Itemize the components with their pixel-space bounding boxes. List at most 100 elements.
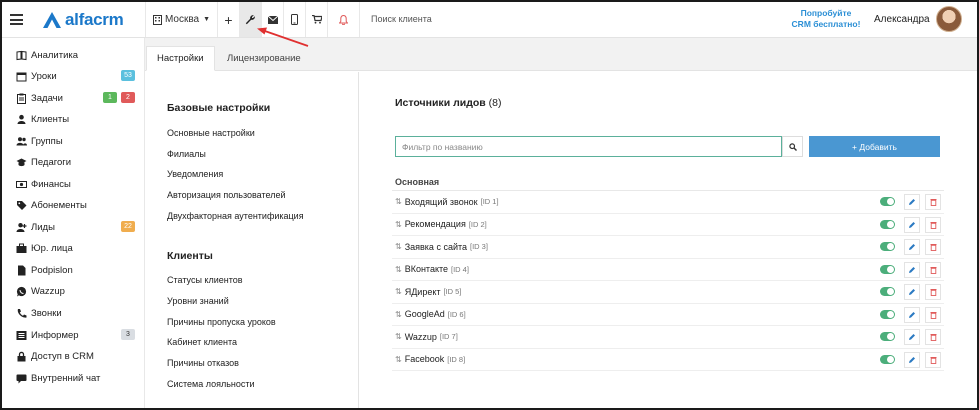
edit-button[interactable] — [904, 261, 920, 278]
settings-button[interactable] — [239, 2, 261, 37]
sidebar-item-4[interactable]: Клиенты — [15, 112, 139, 126]
enabled-toggle[interactable] — [880, 219, 895, 229]
settings-link[interactable]: Причины отказов — [167, 358, 239, 368]
settings-link[interactable]: Статусы клиентов — [167, 275, 243, 285]
settings-link[interactable]: Основные настройки — [167, 128, 255, 138]
sidebar-item-13[interactable]: Звонки — [15, 306, 139, 320]
edit-button[interactable] — [904, 216, 920, 233]
cart-button[interactable] — [305, 2, 327, 37]
delete-button[interactable] — [925, 261, 941, 278]
table-row: ⇅ Facebook [ID 8] — [392, 349, 944, 371]
mail-button[interactable] — [261, 2, 283, 37]
delete-button[interactable] — [925, 194, 941, 210]
sort-handle-icon[interactable]: ⇅ — [395, 287, 402, 296]
count-badge: 3 — [121, 329, 135, 340]
mobile-button[interactable] — [283, 2, 305, 37]
settings-link[interactable]: Система лояльности — [167, 379, 255, 389]
sidebar-item-14[interactable]: Информер 3 — [15, 328, 139, 342]
client-search-input[interactable]: Поиск клиента — [371, 14, 432, 24]
whatsapp-icon — [15, 286, 27, 297]
delete-button[interactable] — [925, 216, 941, 233]
sidebar-item-11[interactable]: Podpislon — [15, 263, 139, 277]
sidebar-item-9[interactable]: Лиды 22 — [15, 220, 139, 234]
page-title: Источники лидов (8) — [395, 97, 502, 109]
sidebar-item-1[interactable]: Аналитика — [15, 48, 139, 62]
add-source-button[interactable]: + Добавить — [809, 136, 940, 157]
sidebar-item-3[interactable]: Задачи 2 1 — [15, 91, 139, 105]
sidebar-item-15[interactable]: Доступ в CRM — [15, 349, 139, 363]
city-selector[interactable]: Москва ▼ — [145, 2, 217, 37]
avatar[interactable] — [936, 6, 962, 32]
sidebar-item-6[interactable]: Педагоги — [15, 155, 139, 169]
pencil-icon — [909, 244, 915, 250]
settings-link[interactable]: Авторизация пользователей — [167, 190, 286, 200]
enabled-toggle[interactable] — [880, 354, 895, 364]
menu-icon[interactable] — [10, 14, 23, 25]
settings-link[interactable]: Причины пропуска уроков — [167, 317, 276, 327]
edit-button[interactable] — [904, 329, 920, 345]
enabled-toggle[interactable] — [880, 287, 895, 296]
edit-button[interactable] — [904, 194, 920, 210]
delete-button[interactable] — [925, 329, 941, 345]
sort-handle-icon[interactable]: ⇅ — [395, 355, 402, 364]
pencil-icon — [909, 289, 915, 295]
table-row: ⇅ GoogleAd [ID 6] — [392, 304, 944, 326]
edit-button[interactable] — [904, 284, 920, 300]
sidebar-item-10[interactable]: Юр. лица — [15, 241, 139, 255]
lead-source-list: ⇅ Входящий звонок [ID 1] ⇅ Рекомендация [ID 2… — [392, 190, 944, 371]
sort-handle-icon[interactable]: ⇅ — [395, 197, 402, 206]
sidebar-item-5[interactable]: Группы — [15, 134, 139, 148]
delete-button[interactable] — [925, 306, 941, 323]
logo[interactable]: alfacrm — [42, 9, 124, 31]
delete-button[interactable] — [925, 351, 941, 368]
settings-link[interactable]: Двухфакторная аутентификация — [167, 211, 304, 221]
sort-handle-icon[interactable]: ⇅ — [395, 265, 402, 274]
edit-button[interactable] — [904, 306, 920, 323]
settings-link[interactable]: Уведомления — [167, 169, 223, 179]
tab-licensing[interactable]: Лицензирование — [217, 46, 311, 71]
enabled-toggle[interactable] — [880, 197, 895, 206]
sidebar-item-16[interactable]: Внутренний чат — [15, 371, 139, 385]
sidebar-item-label: Доступ в CRM — [31, 350, 94, 362]
table-row: ⇅ Wazzup [ID 7] — [392, 326, 944, 349]
sidebar-item-label: Абонементы — [31, 199, 87, 211]
trial-promo-link[interactable]: Попробуйте CRM бесплатно! — [782, 8, 870, 30]
delete-button[interactable] — [925, 239, 941, 255]
enabled-toggle[interactable] — [880, 309, 895, 319]
logo-text: alfacrm — [65, 10, 124, 29]
enabled-toggle[interactable] — [880, 264, 895, 274]
sort-handle-icon[interactable]: ⇅ — [395, 220, 402, 229]
sidebar-item-2[interactable]: Уроки 53 — [15, 69, 139, 83]
settings-link[interactable]: Уровни знаний — [167, 296, 229, 306]
sort-handle-icon[interactable]: ⇅ — [395, 310, 402, 319]
trash-icon — [930, 311, 936, 319]
add-button[interactable]: + — [217, 2, 239, 37]
edit-button[interactable] — [904, 351, 920, 368]
user-icon — [15, 114, 27, 125]
cart-icon — [311, 15, 322, 24]
sort-handle-icon[interactable]: ⇅ — [395, 332, 402, 341]
settings-link[interactable]: Филиалы — [167, 149, 206, 159]
edit-button[interactable] — [904, 239, 920, 255]
clipboard-icon — [15, 93, 27, 104]
filter-search-button[interactable] — [782, 136, 803, 157]
sidebar-item-8[interactable]: Абонементы — [15, 198, 139, 212]
pencil-icon — [909, 311, 915, 318]
user-name[interactable]: Александра — [874, 14, 930, 25]
book-icon — [15, 50, 27, 61]
table-row: ⇅ ЯДирект [ID 5] — [392, 281, 944, 304]
tab-settings[interactable]: Настройки — [146, 46, 215, 71]
sidebar-item-12[interactable]: Wazzup — [15, 284, 139, 298]
enabled-toggle[interactable] — [880, 242, 895, 251]
briefcase-icon — [15, 243, 27, 254]
settings-link[interactable]: Кабинет клиента — [167, 337, 237, 347]
sidebar-item-label: Аналитика — [31, 49, 79, 61]
enabled-toggle[interactable] — [880, 332, 895, 341]
source-name: Facebook — [404, 354, 445, 365]
notifications-button[interactable] — [327, 2, 360, 37]
delete-button[interactable] — [925, 284, 941, 300]
table-row: ⇅ ВКонтакте [ID 4] — [392, 259, 944, 281]
sort-handle-icon[interactable]: ⇅ — [395, 242, 402, 251]
filter-input[interactable] — [395, 136, 782, 157]
sidebar-item-7[interactable]: Финансы — [15, 177, 139, 191]
